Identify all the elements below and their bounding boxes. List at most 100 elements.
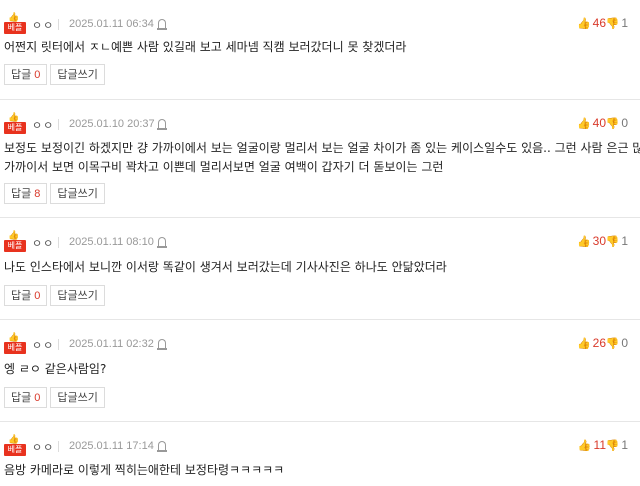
best-badge: 👍 베플 <box>4 13 26 34</box>
downvote-button[interactable]: 👎 0 <box>606 336 628 352</box>
write-reply-button[interactable]: 답글쓰기 <box>50 64 105 85</box>
reply-count-button[interactable]: 답글 8 <box>4 183 48 204</box>
upvote-count: 46 <box>592 16 606 30</box>
best-badge-label: 베플 <box>4 342 26 354</box>
comment-divider <box>0 421 640 422</box>
comment-line: 보정도 보정이긴 하겠지만 걍 가까이에서 보는 얼굴이랑 멀리서 보는 얼굴 … <box>4 141 640 155</box>
comment-meta: 👍 베플 ㅇㅇ 2025.01.11 02:32 👍 26 👎 0 <box>0 334 640 356</box>
comment-author: ㅇㅇ <box>32 119 55 132</box>
comment-author: ㅇㅇ <box>32 19 55 32</box>
thumbs-down-icon: 👎 <box>605 236 620 248</box>
comment-date: 2025.01.10 20:37 <box>69 118 155 130</box>
comment-date: 2025.01.11 06:34 <box>69 18 154 30</box>
thumbs-up-icon: 👍 <box>8 13 20 23</box>
comment-divider <box>0 99 640 100</box>
divider <box>58 441 59 452</box>
thumbs-up-icon: 👍 <box>576 18 591 30</box>
upvote-count: 30 <box>592 234 606 248</box>
comment-divider <box>0 217 640 218</box>
report-bell-icon[interactable] <box>157 440 167 452</box>
downvote-button[interactable]: 👎 1 <box>606 234 628 250</box>
thumbs-up-icon: 👍 <box>8 435 20 445</box>
comment-divider <box>0 319 640 320</box>
reply-count: 8 <box>34 188 41 200</box>
upvote-button[interactable]: 👍 40 <box>577 116 606 132</box>
thumbs-up-icon: 👍 <box>8 333 20 343</box>
write-reply-button[interactable]: 답글쓰기 <box>50 183 105 204</box>
reply-count: 0 <box>34 69 41 81</box>
best-badge-label: 베플 <box>4 240 26 252</box>
downvote-button[interactable]: 👎 1 <box>606 438 628 454</box>
comment-line: 가까이서 보면 이목구비 꽉차고 이쁜데 멀리서보면 얼굴 여백이 갑자기 더 … <box>4 160 444 174</box>
report-bell-icon[interactable] <box>157 18 167 30</box>
comment-author: ㅇㅇ <box>32 441 55 454</box>
comment-date: 2025.01.11 08:10 <box>69 236 154 248</box>
comment-author: ㅇㅇ <box>32 339 55 352</box>
comment-line: 엥 ㄹㅇ 같은사람임? <box>4 362 107 376</box>
reply-label: 답글 <box>11 391 32 404</box>
upvote-button[interactable]: 👍 46 <box>577 16 606 32</box>
upvote-count: 11 <box>593 438 606 452</box>
reply-label: 답글 <box>11 289 32 302</box>
thumbs-up-icon: 👍 <box>576 118 591 130</box>
thumbs-down-icon: 👎 <box>605 440 620 452</box>
downvote-count: 1 <box>621 438 628 452</box>
thumbs-up-icon: 👍 <box>577 440 592 452</box>
thumbs-up-icon: 👍 <box>8 113 20 123</box>
upvote-count: 40 <box>592 116 606 130</box>
comment-meta: 👍 베플 ㅇㅇ 2025.01.11 17:14 👍 11 👎 1 <box>0 436 640 458</box>
downvote-button[interactable]: 👎 1 <box>606 16 628 32</box>
comment-text: 보정도 보정이긴 하겠지만 걍 가까이에서 보는 얼굴이랑 멀리서 보는 얼굴 … <box>4 139 640 177</box>
divider <box>58 19 59 30</box>
divider <box>58 237 59 248</box>
reply-count: 0 <box>34 290 41 302</box>
upvote-button[interactable]: 👍 30 <box>577 234 606 250</box>
downvote-count: 0 <box>621 336 628 350</box>
reply-label: 답글 <box>11 187 32 200</box>
reply-label: 답글 <box>11 68 32 81</box>
divider <box>58 339 59 350</box>
comment-text: 나도 인스타에서 보니깐 이서랑 똑같이 생겨서 보러갔는데 기사사진은 하나도… <box>4 258 447 277</box>
upvote-button[interactable]: 👍 26 <box>577 336 606 352</box>
best-badge: 👍 베플 <box>4 333 26 354</box>
best-badge: 👍 베플 <box>4 435 26 456</box>
thumbs-down-icon: 👎 <box>605 18 620 30</box>
write-reply-button[interactable]: 답글쓰기 <box>50 387 105 408</box>
thumbs-up-icon: 👍 <box>576 338 591 350</box>
best-badge: 👍 베플 <box>4 231 26 252</box>
downvote-button[interactable]: 👎 0 <box>606 116 628 132</box>
comment-meta: 👍 베플 ㅇㅇ 2025.01.11 06:34 👍 46 👎 1 <box>0 14 640 36</box>
comment-date: 2025.01.11 17:14 <box>69 440 154 452</box>
comment-date: 2025.01.11 02:32 <box>69 338 154 350</box>
report-bell-icon[interactable] <box>157 236 167 248</box>
comment-line: 어쩐지 릿터에서 ㅈㄴ예쁜 사람 있길래 보고 세마넴 직캠 보러갔더니 못 찾… <box>4 40 407 54</box>
downvote-count: 0 <box>621 116 628 130</box>
best-badge-label: 베플 <box>4 122 26 134</box>
best-badge-label: 베플 <box>4 444 26 456</box>
divider <box>58 119 59 130</box>
reply-count-button[interactable]: 답글 0 <box>4 64 48 85</box>
reply-count: 0 <box>34 392 41 404</box>
comment-text: 음방 카메라로 이렇게 찍히는애한테 보정타령ㅋㅋㅋㅋㅋ <box>4 461 284 480</box>
report-bell-icon[interactable] <box>157 338 167 350</box>
comment-meta: 👍 베플 ㅇㅇ 2025.01.11 08:10 👍 30 👎 1 <box>0 232 640 254</box>
upvote-count: 26 <box>592 336 606 350</box>
comment-line: 나도 인스타에서 보니깐 이서랑 똑같이 생겨서 보러갔는데 기사사진은 하나도… <box>4 260 447 274</box>
downvote-count: 1 <box>621 234 628 248</box>
downvote-count: 1 <box>621 16 628 30</box>
upvote-button[interactable]: 👍 11 <box>578 438 606 454</box>
thumbs-up-icon: 👍 <box>576 236 591 248</box>
best-badge: 👍 베플 <box>4 113 26 134</box>
comment-text: 어쩐지 릿터에서 ㅈㄴ예쁜 사람 있길래 보고 세마넴 직캠 보러갔더니 못 찾… <box>4 38 406 57</box>
thumbs-up-icon: 👍 <box>8 231 20 241</box>
reply-count-button[interactable]: 답글 0 <box>4 387 48 408</box>
thumbs-down-icon: 👎 <box>605 118 620 130</box>
reply-count-button[interactable]: 답글 0 <box>4 285 48 306</box>
comment-text: 엥 ㄹㅇ 같은사람임? <box>4 360 106 379</box>
comment-meta: 👍 베플 ㅇㅇ 2025.01.10 20:37 👍 40 👎 0 <box>0 114 640 136</box>
comment-line: 음방 카메라로 이렇게 찍히는애한테 보정타령ㅋㅋㅋㅋㅋ <box>4 463 285 477</box>
comment-author: ㅇㅇ <box>32 237 55 250</box>
report-bell-icon[interactable] <box>157 118 167 130</box>
write-reply-button[interactable]: 답글쓰기 <box>50 285 105 306</box>
best-badge-label: 베플 <box>4 22 26 34</box>
